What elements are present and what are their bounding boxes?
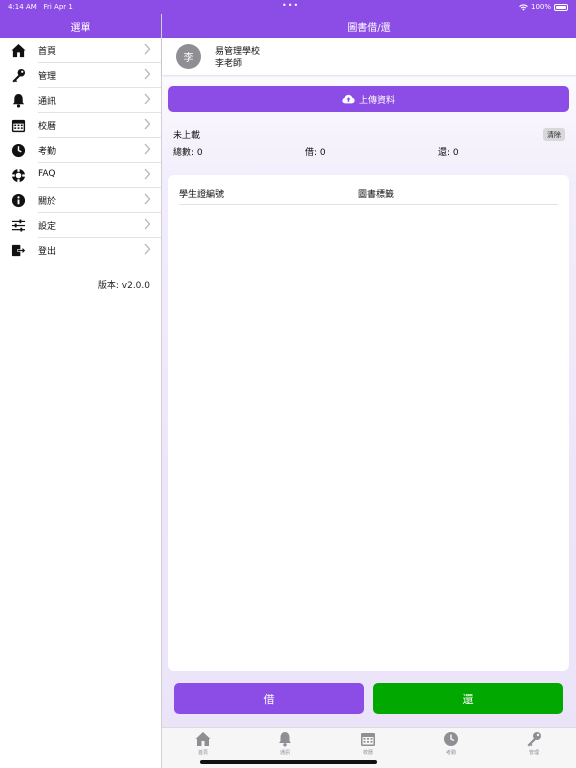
app-version: 版本: v2.0.0 (97, 281, 150, 291)
sidebar-item-messages[interactable]: 通訊 (0, 88, 161, 113)
tab-messages[interactable]: 通訊 (265, 731, 305, 759)
status-right: 100% (519, 3, 568, 11)
info-icon (11, 193, 26, 208)
total-count: 總數: 0 (173, 148, 203, 158)
tab-label: 通訊 (279, 750, 290, 756)
status-bar: 4:14 AM Fri Apr 1 ••• 100% (0, 0, 576, 14)
logout-icon (11, 244, 26, 257)
sidebar-item-label: 管理 (38, 72, 57, 82)
sidebar-item-attendance[interactable]: 考勤 (0, 138, 161, 163)
column-header-student-id: 學生證編號 (179, 190, 225, 200)
records-table: 學生證編號 圖書標籤 (168, 175, 569, 671)
calendar-icon (361, 733, 375, 746)
tab-manage[interactable]: 管理 (514, 731, 554, 759)
clock-icon (444, 732, 458, 746)
sidebar-item-label: 關於 (38, 197, 57, 207)
teacher-name: 李老師 (215, 59, 243, 69)
upload-status: 未上載 (173, 131, 201, 141)
sidebar-item-label: 設定 (38, 222, 57, 232)
sidebar-item-manage[interactable]: 管理 (0, 63, 161, 88)
sidebar-title: 選單 (0, 14, 161, 38)
main-content: 李 易管理學校 李老師 上傳資料 未上載 清除 總數: 0 借: 0 還: 0 … (162, 38, 576, 768)
tab-attendance[interactable]: 考勤 (431, 731, 471, 759)
key-icon (12, 68, 26, 83)
tab-home[interactable]: 首頁 (183, 731, 223, 759)
tab-label: 管理 (528, 750, 539, 756)
chevron-right-icon (144, 218, 151, 230)
key-icon (527, 732, 541, 747)
clear-button[interactable]: 清除 (543, 128, 565, 141)
home-indicator[interactable] (200, 760, 377, 764)
cloud-upload-icon (342, 94, 355, 104)
avatar: 李 (176, 44, 201, 69)
sidebar-item-calendar[interactable]: 校曆 (0, 113, 161, 138)
tab-label: 考勤 (445, 750, 456, 756)
lifebuoy-icon (11, 168, 26, 183)
sidebar-item-label: 校曆 (38, 122, 57, 132)
chevron-right-icon (144, 93, 151, 105)
chevron-right-icon (144, 118, 151, 130)
sidebar-item-logout[interactable]: 登出 (0, 238, 161, 263)
chevron-right-icon (144, 143, 151, 155)
calendar-icon (11, 119, 26, 133)
sidebar-item-label: 首頁 (38, 47, 57, 57)
sidebar-item-label: 登出 (38, 247, 57, 257)
page-title: 圖書借/還 (162, 14, 576, 38)
upload-button[interactable]: 上傳資料 (168, 86, 569, 112)
header-divider (179, 204, 558, 205)
home-icon (195, 732, 211, 746)
chevron-right-icon (144, 168, 151, 180)
status-time: 4:14 AM Fri Apr 1 (8, 3, 73, 11)
home-icon (11, 43, 26, 58)
sidebar-item-about[interactable]: 關於 (0, 188, 161, 213)
upload-label: 上傳資料 (358, 95, 395, 106)
clock-icon (11, 143, 26, 158)
tab-calendar[interactable]: 校曆 (348, 731, 388, 759)
bell-icon (12, 93, 25, 108)
sidebar-item-label: 通訊 (38, 97, 57, 107)
bell-icon (279, 732, 291, 747)
chevron-right-icon (144, 43, 151, 55)
column-header-book-tag: 圖書標籤 (358, 190, 395, 200)
sidebar-item-label: 考勤 (38, 147, 57, 157)
borrow-count: 借: 0 (305, 148, 326, 158)
sidebar-item-settings[interactable]: 設定 (0, 213, 161, 238)
chevron-right-icon (144, 243, 151, 255)
battery-percent: 100% (530, 3, 551, 11)
return-button[interactable]: 還 (373, 683, 563, 714)
borrow-button[interactable]: 借 (174, 683, 364, 714)
multitask-dots[interactable]: ••• (282, 1, 299, 10)
sidebar-item-label: FAQ (38, 169, 56, 179)
sidebar-item-home[interactable]: 首頁 (0, 38, 161, 63)
tab-label: 首頁 (197, 750, 208, 756)
wifi-icon (519, 3, 528, 11)
chevron-right-icon (144, 68, 151, 80)
return-count: 還: 0 (438, 148, 459, 158)
sidebar-item-faq[interactable]: FAQ (0, 163, 161, 188)
profile-header: 李 易管理學校 李老師 (162, 38, 576, 75)
sidebar: 首頁 管理 通訊 校曆 考勤 FAQ 關於 設定 登出 版本: v2.0.0 (0, 38, 161, 768)
tab-label: 校曆 (362, 750, 373, 756)
sliders-icon (11, 219, 26, 232)
chevron-right-icon (144, 193, 151, 205)
battery-icon (554, 3, 568, 11)
